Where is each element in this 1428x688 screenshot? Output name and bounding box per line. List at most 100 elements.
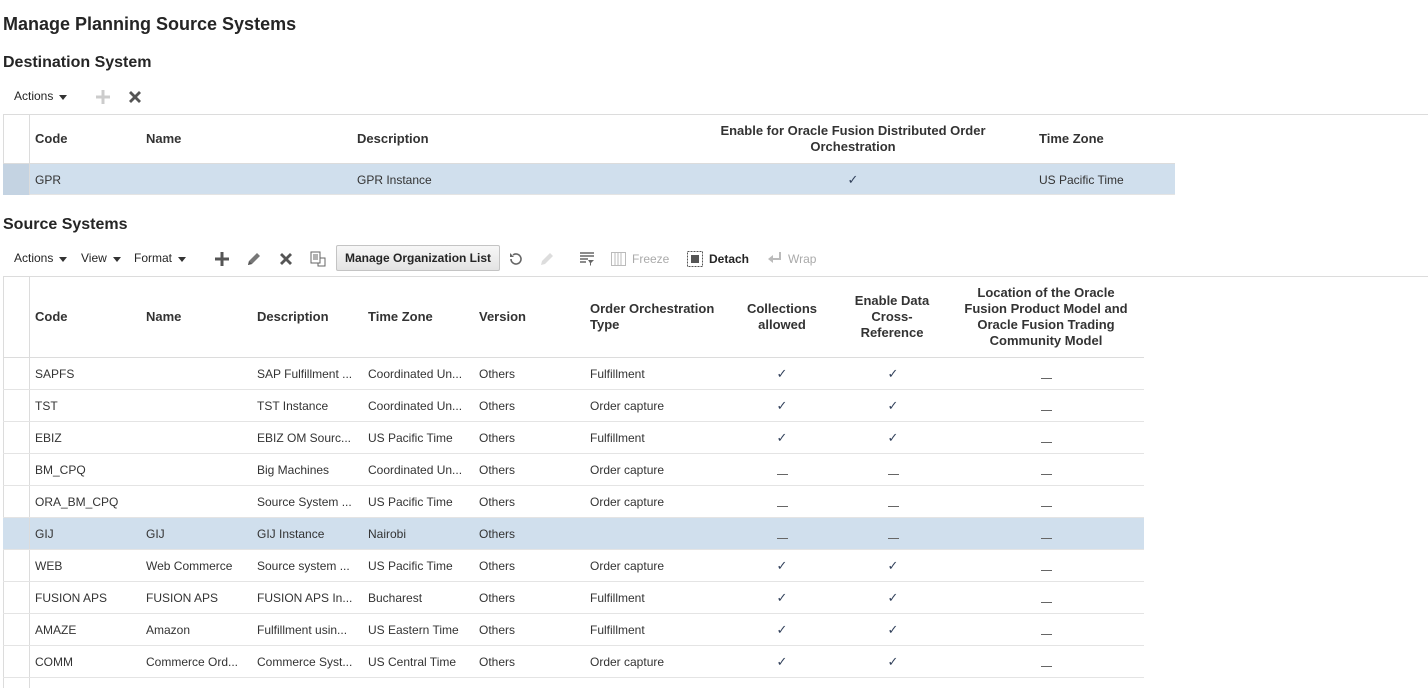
column-header-collections-allowed[interactable]: Collections allowed (733, 285, 831, 349)
cell-description: SAP Fulfillment ... (257, 366, 353, 381)
detach-icon (687, 251, 703, 267)
table-row[interactable]: TST TST Instance Coordinated Un... Others Or… (3, 390, 1144, 422)
row-header[interactable] (3, 454, 30, 485)
unchecked-dash-icon (1040, 410, 1052, 411)
column-header-order-orchestration-type[interactable]: Order Orchestration Type (590, 285, 722, 349)
row-header[interactable] (3, 518, 30, 549)
actions-label: Actions (14, 89, 54, 103)
row-header[interactable] (3, 358, 30, 389)
column-header-name[interactable]: Name (146, 285, 181, 349)
column-header-enable-data-cross-reference[interactable]: Enable Data Cross-Reference (844, 285, 940, 349)
unchecked-dash-icon (776, 474, 788, 475)
cell-order-orchestration-type: Fulfillment (590, 430, 645, 445)
column-header-enable-dooo[interactable]: Enable for Oracle Fusion Distributed Ord… (706, 123, 1000, 155)
column-header-code[interactable]: Code (35, 123, 68, 155)
cell-code: AMAZE (35, 622, 77, 637)
checkmark-icon: ✓ (887, 429, 899, 445)
unchecked-dash-icon (887, 506, 899, 507)
cell-name: Commerce Ord... (146, 654, 239, 669)
row-header[interactable] (3, 486, 30, 517)
duplicate-icon[interactable] (309, 250, 327, 268)
column-header-time-zone[interactable]: Time Zone (368, 285, 433, 349)
row-header[interactable] (3, 614, 30, 645)
wrap-label: Wrap (788, 252, 817, 266)
view-menu[interactable]: View (81, 251, 121, 265)
cell-description: FUSION APS In... (257, 590, 353, 605)
cell-location (958, 390, 1134, 421)
table-row[interactable]: EBIZ EBIZ OM Sourc... US Pacific Time Other… (3, 422, 1144, 454)
column-header-name[interactable]: Name (146, 123, 181, 155)
checkmark-icon: ✓ (887, 653, 899, 669)
manage-organization-list-button[interactable]: Manage Organization List (336, 245, 501, 271)
edit-icon[interactable] (245, 250, 263, 268)
add-icon[interactable] (94, 88, 112, 106)
row-header[interactable] (3, 390, 30, 421)
freeze-button: Freeze (611, 250, 669, 268)
table-row[interactable]: ORA_BM_CPQ Source System ... US Pacific Ti… (3, 486, 1144, 518)
table-row[interactable]: SAPFS SAP Fulfillment ... Coordinated Un..… (3, 358, 1144, 390)
detach-button[interactable]: Detach (687, 250, 749, 268)
cell-collections-allowed: ✓ (736, 390, 828, 421)
checkmark-icon: ✓ (887, 365, 899, 381)
row-header[interactable] (3, 550, 30, 581)
delete-icon[interactable] (126, 88, 144, 106)
row-header[interactable] (3, 422, 30, 453)
cell-code: EBIZ (35, 430, 62, 445)
cell-collections-allowed (736, 454, 828, 485)
column-header-time-zone[interactable]: Time Zone (1039, 123, 1104, 155)
unchecked-dash-icon (1040, 474, 1052, 475)
cell-description: GPR Instance (357, 172, 432, 187)
cell-time-zone: Coordinated Un... (368, 366, 463, 381)
cell-collections-allowed: ✓ (736, 550, 828, 581)
cell-order-orchestration-type: Order capture (590, 558, 665, 573)
query-by-example-icon[interactable] (578, 250, 596, 268)
cell-location (958, 518, 1134, 549)
column-header-code[interactable]: Code (35, 285, 68, 349)
cell-version: Others (479, 366, 516, 381)
cell-time-zone: Coordinated Un... (368, 398, 463, 413)
column-header-description[interactable]: Description (257, 285, 329, 349)
cell-description: GIJ Instance (257, 526, 325, 541)
table-row[interactable]: COMM Commerce Ord... Commerce Syst... US Ce… (3, 646, 1144, 678)
cell-code: GPR (35, 172, 62, 187)
cell-time-zone: Coordinated Un... (368, 462, 463, 477)
cell-description: Source System ... (257, 494, 352, 509)
cell-location (958, 358, 1134, 389)
table-row[interactable]: BM_CPQ Big Machines Coordinated Un... Other… (3, 454, 1144, 486)
cell-code: GIJ (35, 526, 54, 541)
cell-description: Big Machines (257, 462, 330, 477)
cell-version: Others (479, 462, 516, 477)
row-header[interactable] (3, 164, 30, 195)
refresh-icon[interactable] (507, 250, 525, 268)
cell-version: Others (479, 494, 516, 509)
table-row[interactable]: GPR GPR Instance ✓ US Pacific Time (3, 164, 1175, 195)
row-header[interactable] (3, 646, 30, 677)
column-header-description[interactable]: Description (357, 123, 429, 155)
cell-enable-data-cross-reference: ✓ (847, 614, 939, 645)
delete-icon[interactable] (277, 250, 295, 268)
table-row[interactable]: GIJ GIJ GIJ Instance Nairobi Others (3, 518, 1144, 550)
cell-version: Others (479, 622, 516, 637)
destination-actions-menu[interactable]: Actions (14, 89, 68, 103)
table-row[interactable]: FUSION APS FUSION APS FUSION APS In... Buch… (3, 582, 1144, 614)
unchecked-dash-icon (1040, 570, 1052, 571)
column-header-version[interactable]: Version (479, 285, 526, 349)
source-actions-menu[interactable]: Actions (14, 251, 68, 265)
cell-name: Amazon (146, 622, 191, 637)
cell-order-orchestration-type: Fulfillment (590, 590, 645, 605)
freeze-label: Freeze (632, 252, 670, 266)
cell-location (958, 614, 1134, 645)
table-row[interactable]: WEB Web Commerce Source system ... US Pacif… (3, 550, 1144, 582)
add-icon[interactable] (213, 250, 231, 268)
format-menu[interactable]: Format (134, 251, 187, 265)
cell-name: GIJ (146, 526, 165, 541)
column-header-location[interactable]: Location of the Oracle Fusion Product Mo… (955, 285, 1137, 349)
cell-description: Commerce Syst... (257, 654, 353, 669)
cell-code: FUSION APS (35, 590, 108, 605)
cell-enable-data-cross-reference: ✓ (847, 582, 939, 613)
table-row[interactable]: AMAZE Amazon Fulfillment usin... US Eastern… (3, 614, 1144, 646)
cell-enable-data-cross-reference (847, 518, 939, 549)
checkmark-icon: ✓ (776, 429, 788, 445)
cell-description: Source system ... (257, 558, 350, 573)
row-header[interactable] (3, 582, 30, 613)
